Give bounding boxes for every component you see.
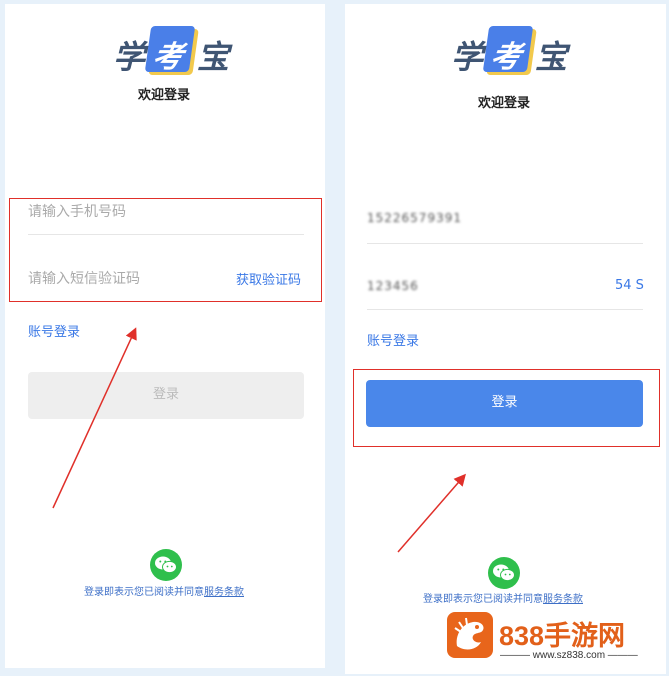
wechat-login-button[interactable] (488, 557, 520, 589)
logo-book-icon: 考 (482, 26, 534, 75)
logo-book-icon: 考 (144, 26, 196, 75)
app-logo: 学 考 宝 (451, 26, 571, 76)
login-panel-left: 学 考 宝 欢迎登录 请输入手机号码 请输入短信验证码 获取验证码 账号登录 登… (5, 4, 325, 668)
phone-underline (367, 243, 643, 244)
terms-link[interactable]: 服务条款 (204, 587, 244, 598)
watermark-url: ——— www.sz838.com ——— (500, 650, 638, 661)
code-underline (367, 309, 643, 310)
logo-char-3: 宝 (197, 38, 230, 76)
app-logo: 学 考 宝 (113, 26, 233, 76)
terms-text: 登录即表示您已阅读并同意服务条款 (423, 590, 583, 605)
account-login-link[interactable]: 账号登录 (28, 321, 80, 340)
phone-input[interactable]: 15226579391 (367, 211, 462, 225)
account-login-link[interactable]: 账号登录 (367, 330, 419, 349)
wechat-icon (493, 564, 515, 582)
watermark-brand: 838手游网 (499, 621, 626, 651)
login-button[interactable]: 登录 (28, 372, 304, 419)
logo-char-1: 学 (113, 38, 146, 76)
annotation-box-login (353, 369, 660, 447)
logo-char-1: 学 (451, 38, 484, 76)
terms-link[interactable]: 服务条款 (543, 594, 583, 605)
welcome-title: 欢迎登录 (478, 96, 531, 111)
terms-prefix: 登录即表示您已阅读并同意 (84, 587, 204, 598)
dragon-logo (447, 612, 493, 658)
wechat-icon (155, 556, 177, 574)
watermark-url-text: www.sz838.com (532, 650, 606, 661)
wechat-login-button[interactable] (150, 549, 182, 581)
login-panel-right: 学 考 宝 欢迎登录 15226579391 123456 54 S 账号登录 … (345, 4, 666, 674)
logo-char-2: 考 (488, 40, 524, 75)
countdown-label: 54 S (615, 278, 644, 293)
terms-text: 登录即表示您已阅读并同意服务条款 (84, 583, 244, 598)
terms-prefix: 登录即表示您已阅读并同意 (423, 594, 543, 605)
annotation-box-inputs (9, 198, 322, 302)
welcome-title: 欢迎登录 (138, 88, 191, 103)
logo-char-3: 宝 (535, 38, 568, 76)
code-input[interactable]: 123456 (367, 279, 419, 293)
logo-char-2: 考 (150, 40, 186, 75)
